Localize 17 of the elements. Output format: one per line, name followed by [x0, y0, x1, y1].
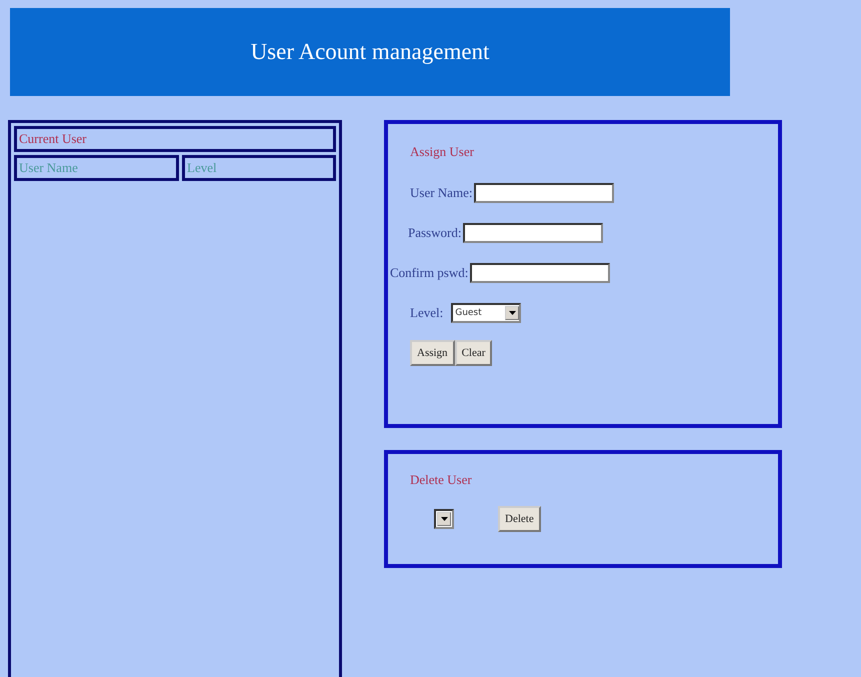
input-field[interactable]: [474, 183, 614, 203]
field-label: Password:: [408, 225, 462, 241]
form-button[interactable]: Assign: [410, 340, 455, 366]
page-title: User Acount management: [250, 39, 490, 65]
delete-user-title: Delete User: [410, 472, 473, 488]
input-field[interactable]: [470, 263, 610, 283]
column-header: Level: [182, 155, 336, 181]
field-label: User Name:: [410, 185, 472, 201]
column-header: User Name: [14, 155, 179, 181]
current-users-title: Current User: [14, 126, 336, 152]
form-button[interactable]: Clear: [454, 340, 492, 366]
field-label: Level:: [410, 305, 444, 321]
field-label: Confirm pswd:: [390, 265, 468, 281]
assign-user-title: Assign User: [410, 144, 475, 160]
input-field[interactable]: [463, 223, 604, 243]
level-dropdown[interactable]: Guest: [451, 303, 522, 323]
delete-button[interactable]: Delete: [498, 506, 541, 532]
